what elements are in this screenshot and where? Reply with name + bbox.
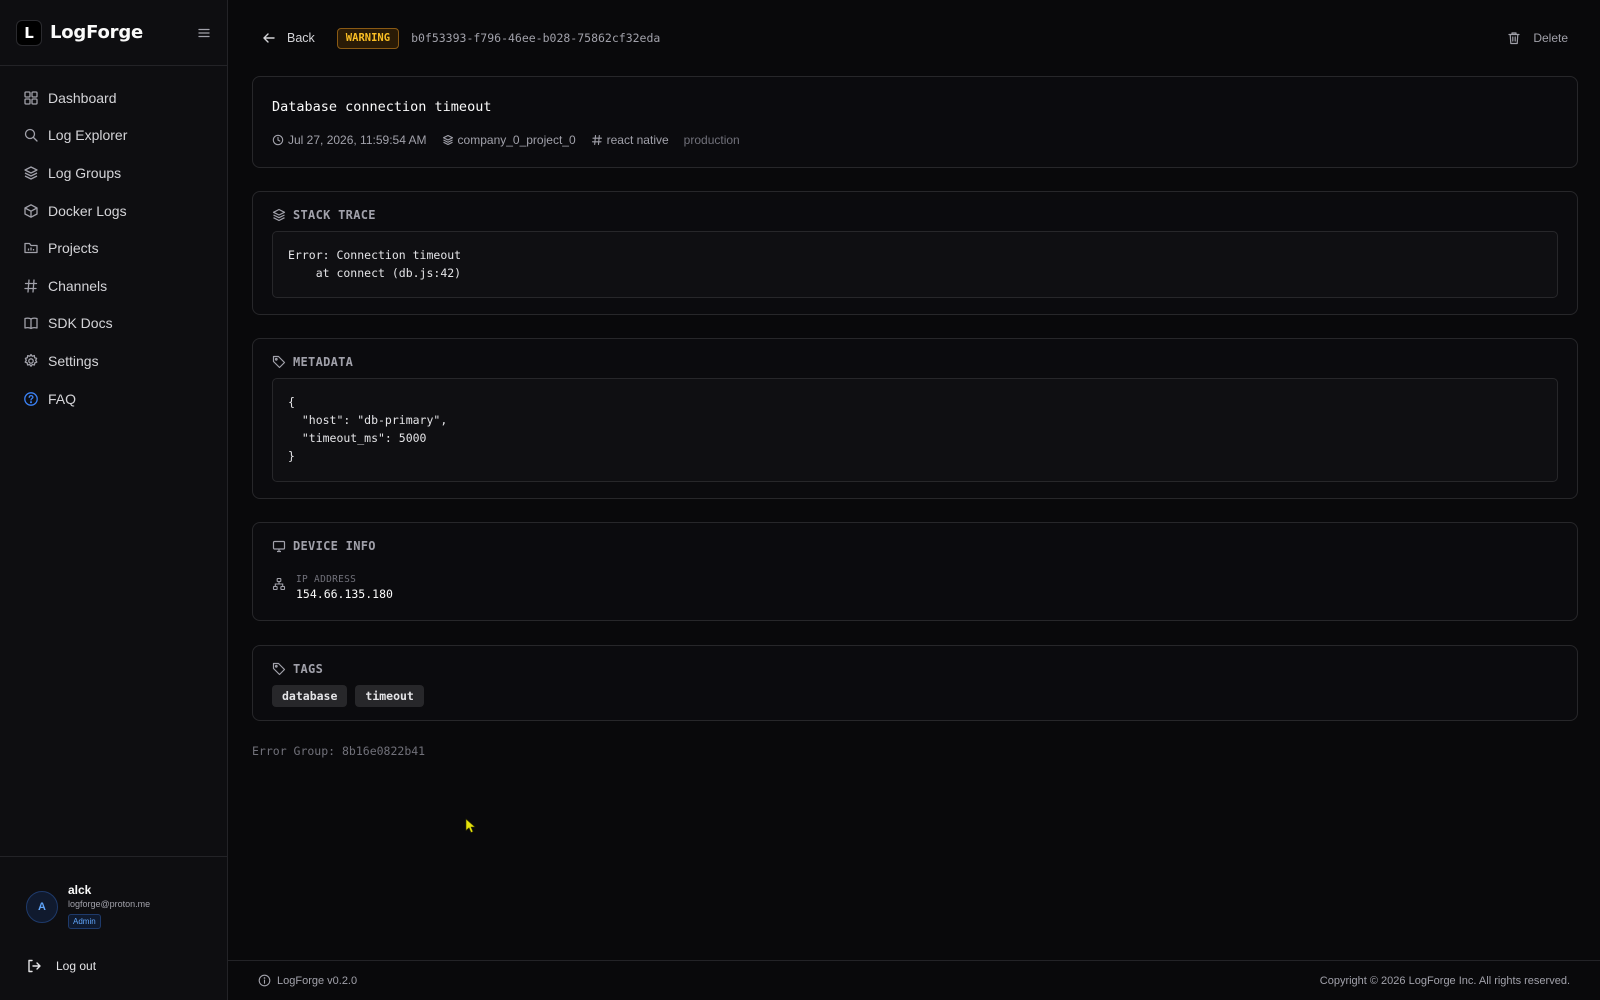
timestamp: Jul 27, 2026, 11:59:54 AM	[272, 133, 427, 147]
device-info-card: DEVICE INFO IP ADDRESS 154.66.135.180	[252, 522, 1578, 621]
sidebar-item-log-explorer[interactable]: Log Explorer	[0, 117, 227, 155]
mouse-cursor-icon	[465, 818, 477, 834]
stack-trace-title: STACK TRACE	[293, 208, 376, 222]
project-text: company_0_project_0	[457, 133, 576, 147]
channel: react native	[591, 133, 669, 147]
layers-icon	[23, 165, 39, 181]
logout-button[interactable]: Log out	[26, 958, 96, 974]
book-icon	[23, 315, 39, 331]
channel-text: react native	[606, 133, 669, 147]
sidebar-item-sdk-docs[interactable]: SDK Docs	[0, 305, 227, 343]
sidebar-item-projects[interactable]: Projects	[0, 229, 227, 267]
info-icon	[258, 974, 271, 987]
log-meta: Jul 27, 2026, 11:59:54 AM company_0_proj…	[272, 133, 755, 147]
tag-list: database timeout	[272, 685, 432, 707]
trash-icon	[1507, 31, 1521, 45]
log-summary-card: Database connection timeout Jul 27, 2026…	[252, 76, 1578, 168]
stack-trace-heading: STACK TRACE	[272, 208, 376, 222]
hash-icon	[23, 278, 39, 294]
error-group: Error Group: 8b16e0822b41	[252, 744, 426, 758]
sidebar-item-label: Log Groups	[48, 164, 122, 181]
clock-icon	[272, 134, 284, 146]
sidebar-item-log-groups[interactable]: Log Groups	[0, 154, 227, 192]
sidebar: L LogForge Dashboard Log Explorer Log Gr…	[0, 0, 228, 1000]
tag-chip[interactable]: database	[272, 685, 348, 707]
monitor-icon	[272, 539, 286, 553]
logo-icon[interactable]: L	[16, 19, 42, 46]
back-button[interactable]: Back	[252, 27, 325, 49]
sidebar-nav: Dashboard Log Explorer Log Groups Docker…	[0, 66, 227, 417]
container-icon	[23, 203, 39, 219]
menu-icon[interactable]	[197, 26, 211, 40]
user-email: logforge@proton.me	[68, 899, 151, 909]
logout-icon	[26, 958, 42, 974]
brand: L LogForge	[0, 0, 227, 66]
metadata-heading: METADATA	[272, 355, 353, 369]
sidebar-item-label: Channels	[48, 277, 108, 294]
stack-trace-card: STACK TRACE Error: Connection timeout at…	[252, 191, 1578, 315]
log-detail-header: Back WARNING b0f53393-f796-46ee-b028-758…	[252, 26, 1576, 50]
main-content: Back WARNING b0f53393-f796-46ee-b028-758…	[228, 0, 1600, 1000]
logout-label: Log out	[56, 959, 97, 973]
level-badge: WARNING	[336, 27, 400, 49]
role-badge: Admin	[68, 914, 101, 929]
search-icon	[23, 127, 39, 143]
sidebar-item-label: Docker Logs	[48, 202, 127, 219]
sidebar-item-label: Log Explorer	[48, 127, 128, 144]
layers-icon	[442, 134, 454, 146]
metadata-card: METADATA { "host": "db-primary", "timeou…	[252, 338, 1578, 499]
hash-icon	[591, 134, 603, 146]
back-label: Back	[287, 31, 315, 45]
ip-address-label: IP ADDRESS	[296, 574, 357, 585]
sidebar-item-settings[interactable]: Settings	[0, 342, 227, 380]
metadata-title: METADATA	[293, 355, 354, 369]
log-title: Database connection timeout	[272, 99, 492, 115]
footer: LogForge v0.2.0 Copyright © 2026 LogForg…	[228, 960, 1600, 1000]
network-icon	[272, 577, 286, 591]
tags-heading: TAGS	[272, 662, 323, 676]
ip-address: IP ADDRESS 154.66.135.180	[272, 574, 393, 601]
gear-icon	[23, 353, 39, 369]
metadata-code: { "host": "db-primary", "timeout_ms": 50…	[272, 378, 1558, 482]
arrow-left-icon	[262, 31, 276, 45]
version-info: LogForge v0.2.0	[258, 974, 357, 987]
user-profile[interactable]: A alck logforge@proton.me Admin	[26, 883, 150, 929]
version-text: LogForge v0.2.0	[277, 974, 358, 987]
stack-trace-code: Error: Connection timeout at connect (db…	[272, 231, 1558, 298]
tag-icon	[272, 662, 286, 676]
sidebar-item-label: SDK Docs	[48, 315, 113, 332]
sidebar-item-label: Dashboard	[48, 89, 117, 106]
sidebar-item-label: FAQ	[48, 390, 77, 407]
avatar: A	[26, 891, 58, 923]
tags-title: TAGS	[293, 662, 324, 676]
tags-card: TAGS database timeout	[252, 645, 1578, 721]
timestamp-text: Jul 27, 2026, 11:59:54 AM	[288, 133, 427, 147]
tag-chip[interactable]: timeout	[355, 685, 424, 707]
folder-icon	[23, 240, 39, 256]
layers-icon	[272, 208, 286, 222]
sidebar-item-label: Settings	[48, 352, 99, 369]
project: company_0_project_0	[442, 133, 576, 147]
ip-address-value: 154.66.135.180	[296, 587, 393, 601]
device-info-heading: DEVICE INFO	[272, 539, 376, 553]
tag-icon	[272, 355, 286, 369]
help-circle-icon	[23, 391, 39, 407]
log-id: b0f53393-f796-46ee-b028-75862cf32eda	[411, 31, 661, 45]
delete-button[interactable]: Delete	[1499, 27, 1576, 49]
sidebar-item-faq[interactable]: FAQ	[0, 380, 227, 418]
app-name: LogForge	[50, 22, 144, 43]
user-area: A alck logforge@proton.me Admin Log out	[0, 856, 227, 1000]
sidebar-item-dashboard[interactable]: Dashboard	[0, 79, 227, 117]
environment: production	[683, 133, 740, 147]
copyright: Copyright © 2026 LogForge Inc. All right…	[1319, 974, 1570, 987]
device-info-title: DEVICE INFO	[293, 539, 376, 553]
sidebar-item-label: Projects	[48, 240, 99, 257]
grid-icon	[23, 90, 39, 106]
user-name: alck	[68, 883, 92, 897]
sidebar-item-channels[interactable]: Channels	[0, 267, 227, 305]
delete-label: Delete	[1533, 31, 1568, 45]
sidebar-item-docker-logs[interactable]: Docker Logs	[0, 192, 227, 230]
